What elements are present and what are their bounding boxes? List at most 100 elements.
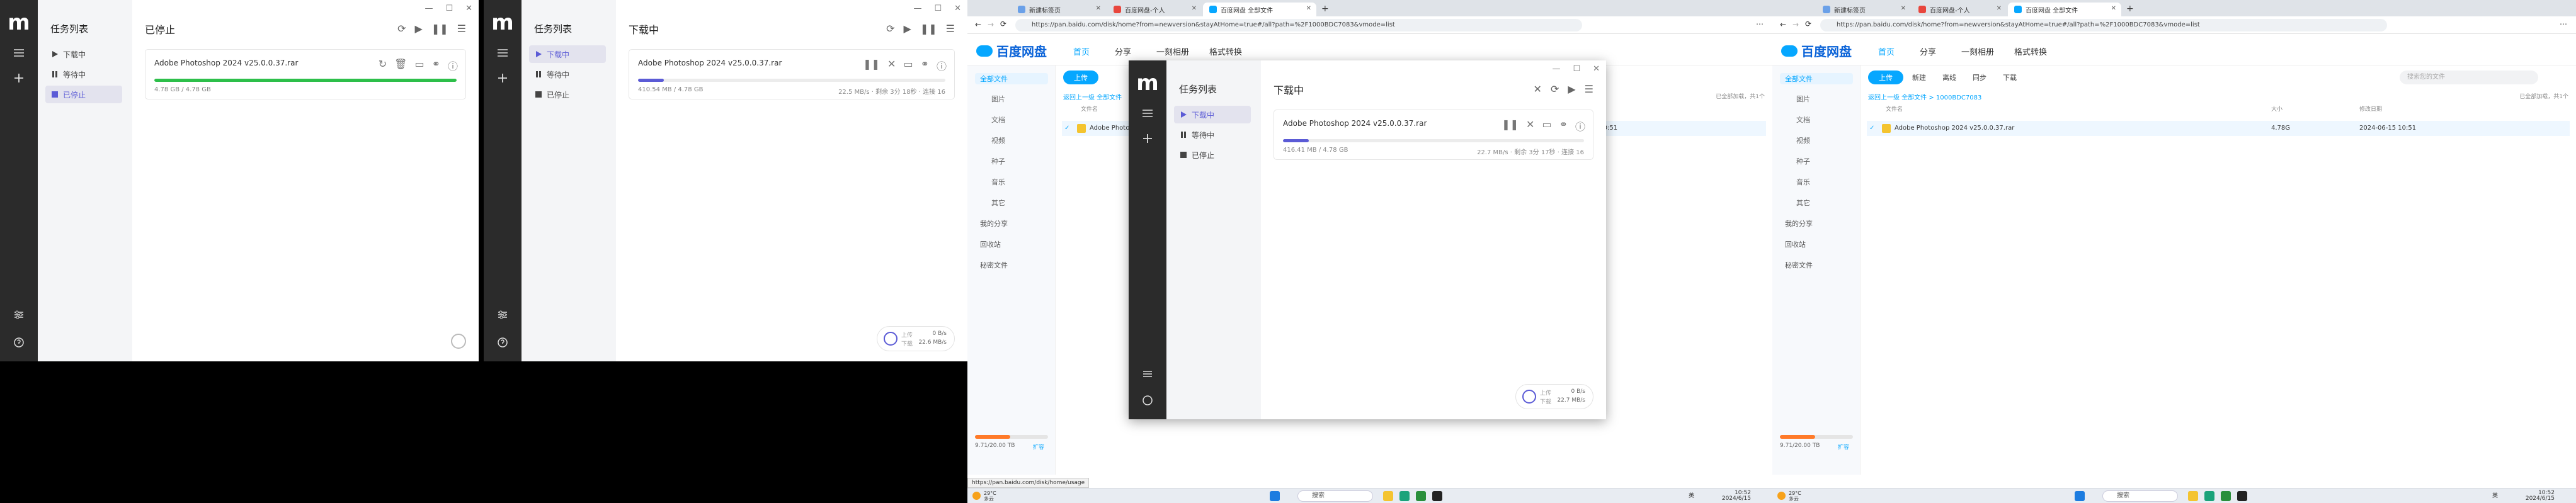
checkbox-icon[interactable]: ✓ <box>1869 125 1874 132</box>
edge-icon[interactable] <box>2204 491 2214 501</box>
link-icon[interactable]: ⚭ <box>432 58 440 73</box>
sidebar-item-downloading[interactable]: 下载中 <box>45 45 122 63</box>
chrome-icon[interactable] <box>1416 491 1426 501</box>
edge-icon[interactable] <box>1399 491 1410 501</box>
menu-icon[interactable] <box>1140 106 1155 121</box>
sidebar-item-secret[interactable]: 秘密文件 <box>1780 259 1853 271</box>
breadcrumb[interactable]: 返回上一级 全部文件 <box>1063 92 1122 101</box>
sidebar-item-downloading[interactable]: 下载中 <box>1174 106 1251 123</box>
sidebar-item-trash[interactable]: 回收站 <box>975 239 1048 250</box>
tab-baidu-personal[interactable]: 百度网盘-个人 ✕ <box>1912 3 2007 16</box>
help-icon[interactable] <box>1140 393 1155 408</box>
minimize-icon[interactable]: — <box>913 4 921 13</box>
sidebar-item-downloading[interactable]: 下载中 <box>529 45 606 63</box>
forward-icon[interactable]: → <box>988 20 994 29</box>
folder-icon[interactable]: ▭ <box>1542 118 1551 133</box>
col-header-name[interactable]: 文件名 <box>1886 105 1903 113</box>
sidebar-item-images[interactable]: 图片 <box>1780 93 1853 105</box>
expand-link[interactable]: 扩容 <box>1033 443 1044 451</box>
folder-icon[interactable]: ▭ <box>414 58 424 73</box>
pause-all-icon[interactable]: ☰ <box>1585 83 1593 95</box>
checkbox-icon[interactable]: ✓ <box>1064 125 1069 132</box>
sidebar-item-other[interactable]: 其它 <box>1780 197 1853 208</box>
tab-baidu-files[interactable]: 百度网盘 全部文件 ✕ <box>2008 3 2121 16</box>
address-bar[interactable]: https://pan.baidu.com/disk/home?from=new… <box>1015 19 1582 31</box>
add-task-icon[interactable] <box>11 71 26 86</box>
weather[interactable]: 29°C 多云 <box>972 490 996 502</box>
sidebar-item-music[interactable]: 音乐 <box>975 176 1048 188</box>
new-tab-button[interactable]: + <box>1321 4 1329 14</box>
help-icon[interactable] <box>495 335 510 350</box>
preferences-icon[interactable] <box>1140 366 1155 381</box>
expand-link[interactable]: 扩容 <box>1838 443 1849 451</box>
sidebar-item-waiting[interactable]: 等待中 <box>45 65 122 83</box>
nav-convert[interactable]: 格式转换 <box>1209 45 1242 57</box>
sidebar-item-videos[interactable]: 视频 <box>975 135 1048 146</box>
nav-home[interactable]: 首页 <box>1878 45 1895 57</box>
nav-share[interactable]: 分享 <box>1115 45 1131 57</box>
maximize-icon[interactable]: ☐ <box>934 4 942 13</box>
sidebar-item-trash[interactable]: 回收站 <box>1780 239 1853 250</box>
col-header-date[interactable]: 修改日期 <box>2359 105 2382 113</box>
info-icon[interactable]: ⓘ <box>937 58 947 73</box>
sidebar-item-waiting[interactable]: 等待中 <box>1174 126 1251 144</box>
breadcrumb[interactable]: 返回上一级 全部文件 > 1000BDC7083 <box>1868 92 1981 101</box>
address-bar[interactable]: https://pan.baidu.com/disk/home?from=new… <box>1820 19 2387 31</box>
back-icon[interactable]: ← <box>975 20 981 29</box>
sidebar-item-torrents[interactable]: 种子 <box>975 155 1048 167</box>
task-card[interactable]: Adobe Photoshop 2024 v25.0.0.37.rar ❚❚ ✕ ▭… <box>629 49 955 99</box>
weather[interactable]: 29°C 多云 <box>1777 490 1801 502</box>
link-icon[interactable]: ⚭ <box>1559 118 1568 133</box>
clock[interactable]: 10:52 2024/6/15 <box>2526 490 2555 502</box>
delete-icon[interactable]: 🗑 <box>394 58 407 73</box>
resume-all-icon[interactable]: ▶ <box>1568 83 1575 95</box>
close-tab-icon[interactable]: ✕ <box>1901 5 1906 12</box>
delete-all-icon[interactable]: ☰ <box>946 23 955 35</box>
delete-icon[interactable]: ✕ <box>887 58 896 73</box>
refresh-icon[interactable]: ⟳ <box>1551 83 1559 95</box>
tab-baidu-personal[interactable]: 百度网盘-个人 ✕ <box>1107 3 1202 16</box>
sidebar-item-docs[interactable]: 文档 <box>975 114 1048 125</box>
ime-indicator[interactable]: 英 <box>2492 494 2498 499</box>
tab-new[interactable]: 新建标签页 ✕ <box>1012 3 1106 16</box>
close-tab-icon[interactable]: ✕ <box>1096 5 1101 12</box>
task-card[interactable]: Adobe Photoshop 2024 v25.0.0.37.rar ❚❚ ✕ ▭… <box>1274 110 1593 160</box>
chrome-icon[interactable] <box>2221 491 2231 501</box>
restart-icon[interactable]: ↻ <box>379 58 387 73</box>
extensions-icon[interactable]: ⋯ <box>2560 20 2567 28</box>
back-icon[interactable]: ← <box>1780 20 1786 29</box>
sidebar-item-docs[interactable]: 文档 <box>1780 114 1853 125</box>
sidebar-item-music[interactable]: 音乐 <box>1780 176 1853 188</box>
close-tab-icon[interactable]: ✕ <box>1997 5 2002 12</box>
minimize-icon[interactable]: — <box>1552 64 1560 74</box>
folder-icon[interactable]: ▭ <box>903 58 913 73</box>
start-icon[interactable] <box>2075 491 2085 501</box>
info-icon[interactable]: ⓘ <box>448 58 458 73</box>
ime-indicator[interactable]: 英 <box>1689 494 1694 499</box>
task-card[interactable]: Adobe Photoshop 2024 v25.0.0.37.rar ↻ 🗑 ▭ ⚭… <box>145 49 466 99</box>
tab-baidu-files[interactable]: 百度网盘 全部文件 ✕ <box>1203 3 1316 16</box>
resume-all-icon[interactable]: ▶ <box>415 23 423 35</box>
nav-share[interactable]: 分享 <box>1920 45 1936 57</box>
close-tab-icon[interactable]: ✕ <box>1306 5 1311 12</box>
close-tab-icon[interactable]: ✕ <box>2111 5 2116 12</box>
sidebar-item-my-share[interactable]: 我的分享 <box>1780 218 1853 229</box>
refresh-icon[interactable]: ⟳ <box>397 23 406 35</box>
file-explorer-icon[interactable] <box>2188 491 2198 501</box>
forward-icon[interactable]: → <box>1792 20 1799 29</box>
delete-icon[interactable]: ✕ <box>1526 118 1534 133</box>
taskbar-search[interactable]: 搜索 <box>2102 490 2178 502</box>
add-task-icon[interactable] <box>495 71 510 86</box>
add-task-icon[interactable] <box>1140 131 1155 146</box>
maximize-icon[interactable]: ☐ <box>1573 64 1580 74</box>
reload-icon[interactable]: ⟳ <box>1000 20 1006 28</box>
preferences-icon[interactable] <box>11 307 26 322</box>
sidebar-item-waiting[interactable]: 等待中 <box>529 65 606 83</box>
motrix-taskbar-icon[interactable] <box>1432 491 1442 501</box>
nav-album[interactable]: 一刻相册 <box>1961 45 1994 57</box>
new-folder-button[interactable]: 新建 <box>1912 71 1926 84</box>
speedometer-icon[interactable] <box>451 334 466 349</box>
extensions-icon[interactable]: ⋯ <box>1756 20 1764 28</box>
sidebar-item-other[interactable]: 其它 <box>975 197 1048 208</box>
preferences-icon[interactable] <box>495 307 510 322</box>
